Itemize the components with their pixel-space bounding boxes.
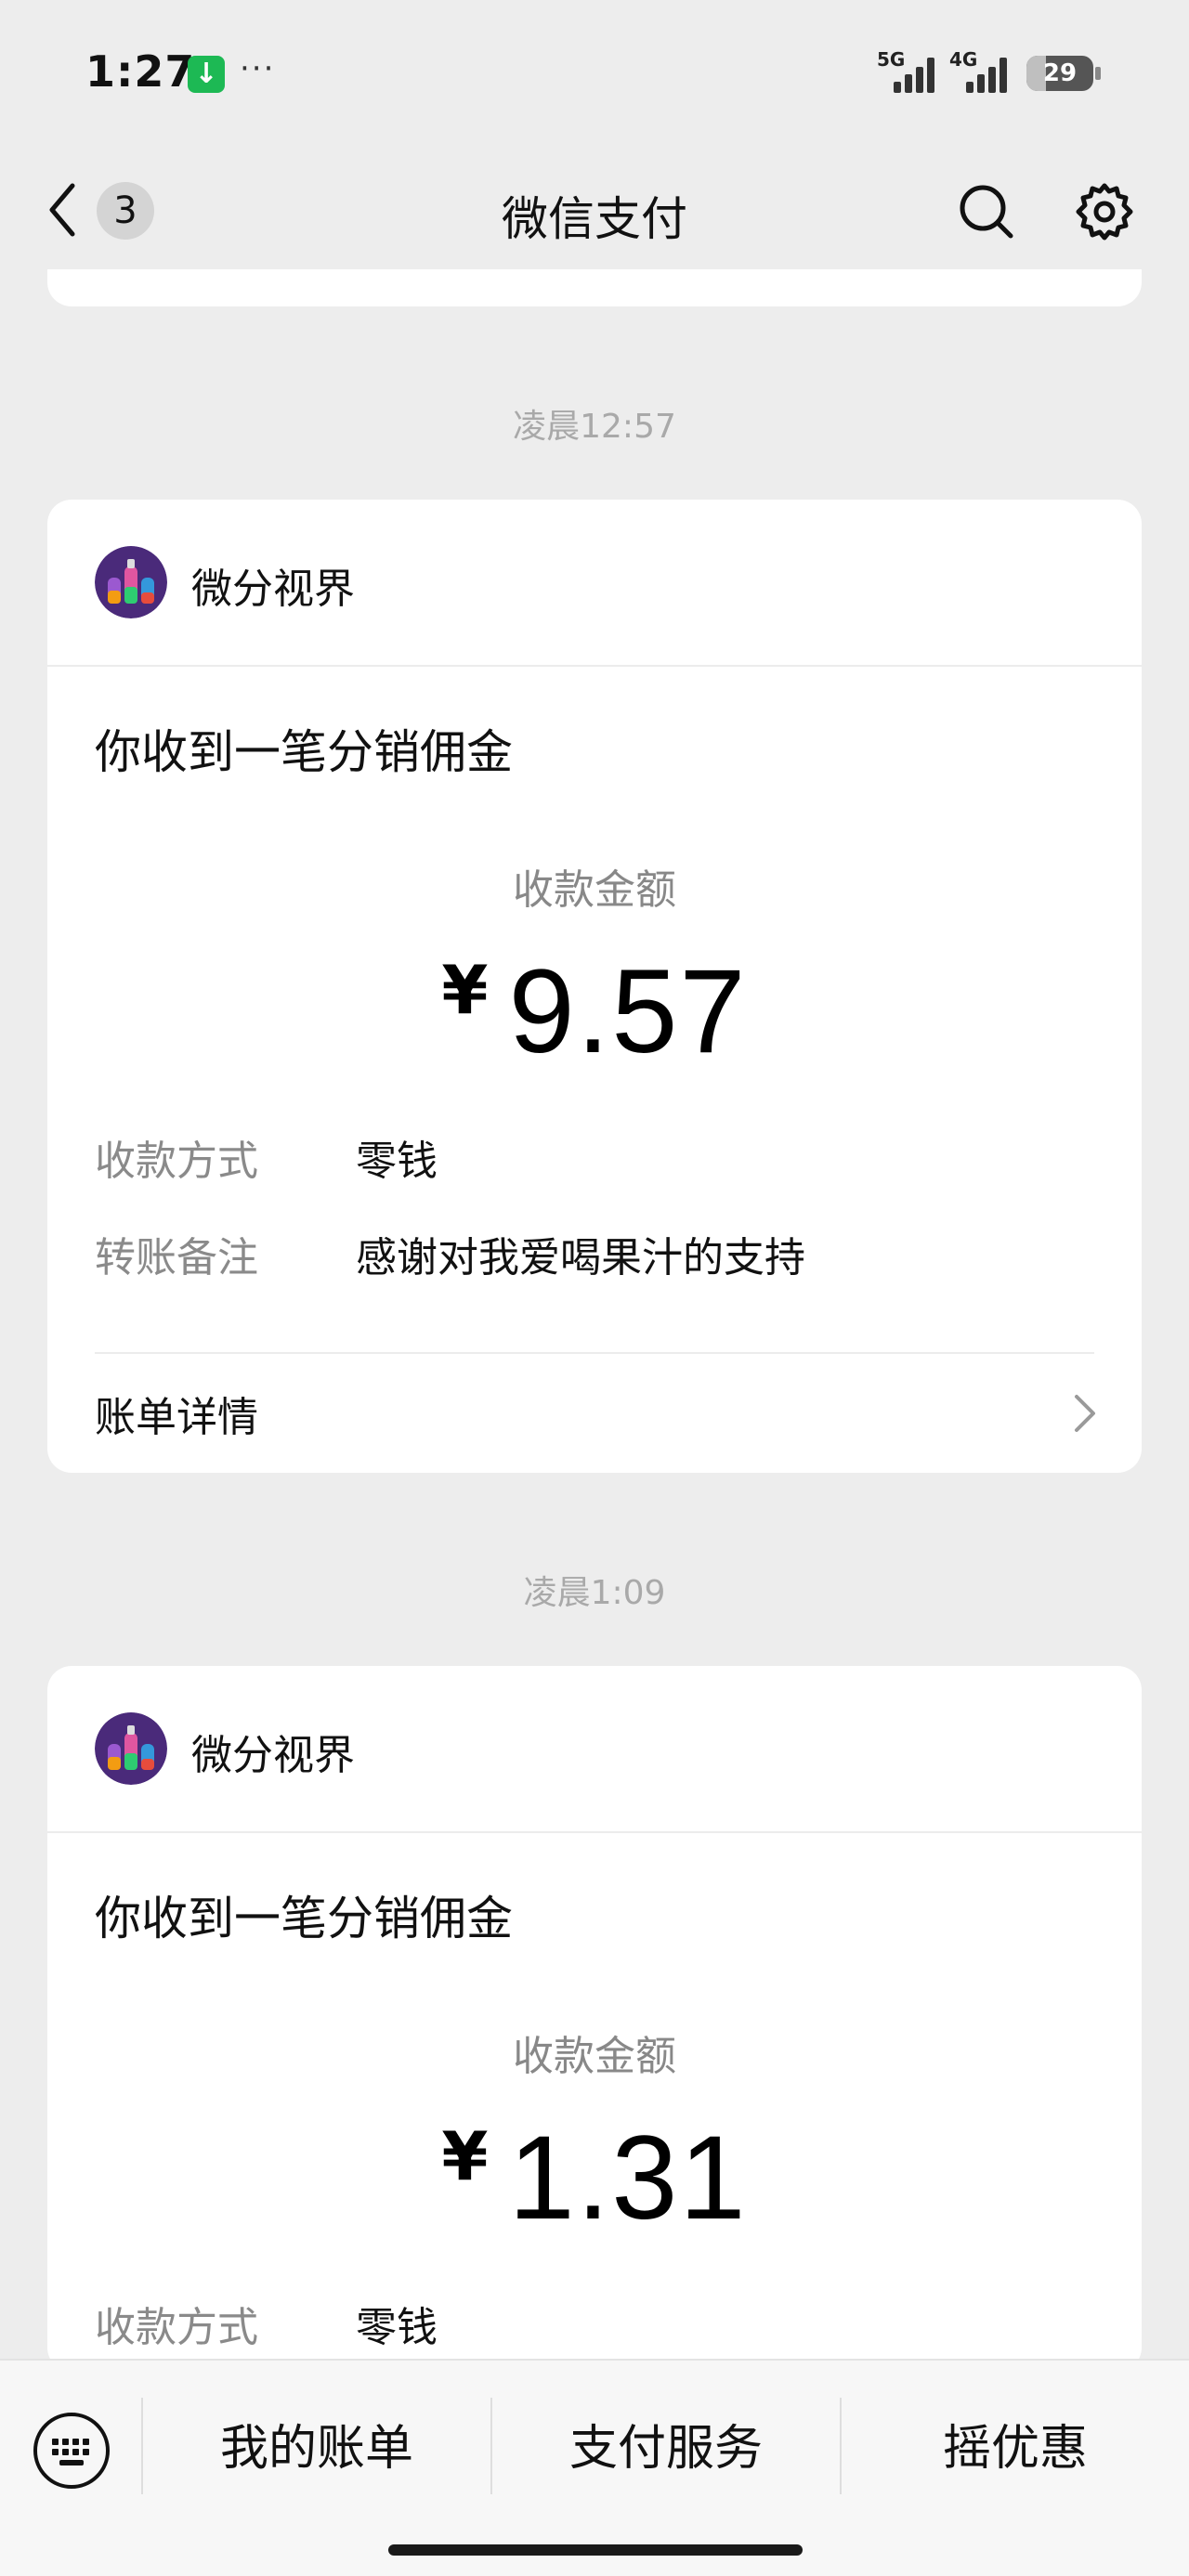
payment-method-label: 收款方式 xyxy=(95,2304,258,2351)
status-time: 1:27 xyxy=(85,46,196,97)
payment-method-value: 零钱 xyxy=(356,2304,438,2351)
message-timestamp: 凌晨1:09 xyxy=(523,1574,666,1612)
currency-symbol: ¥ xyxy=(441,951,489,1029)
download-icon: ↓ xyxy=(188,56,225,93)
amount-label: 收款金额 xyxy=(513,2033,676,2080)
amount-value: 9.57 xyxy=(508,945,748,1078)
amount-display: ¥9.57 xyxy=(47,943,1142,1080)
chevron-right-icon xyxy=(1075,1395,1095,1432)
keyboard-icon xyxy=(33,2413,110,2489)
more-notifications-icon: ··· xyxy=(240,50,276,87)
merchant-avatar xyxy=(95,1712,167,1785)
divider xyxy=(95,1352,1094,1354)
search-icon xyxy=(960,185,1013,239)
amount-label: 收款金额 xyxy=(513,866,676,914)
keyboard-toggle-button[interactable] xyxy=(32,2411,111,2491)
bill-detail-link[interactable]: 账单详情 xyxy=(95,1384,258,1443)
merchant-name: 微分视界 xyxy=(191,566,355,613)
transfer-note-label: 转账备注 xyxy=(95,1234,258,1281)
status-bar: 1:27 ↓ ··· 5G 4G 29 xyxy=(0,0,1189,149)
payment-card[interactable]: 微分视界 你收到一笔分销佣金 收款金额 ¥1.31 收款方式 零钱 xyxy=(47,1666,1142,2372)
settings-button[interactable] xyxy=(1073,180,1136,243)
gear-icon xyxy=(1076,183,1133,241)
currency-symbol: ¥ xyxy=(441,2117,489,2195)
nav-bar: 3 微信支付 xyxy=(0,149,1189,288)
signal-icon xyxy=(962,56,1011,93)
payment-method-value: 零钱 xyxy=(356,1138,438,1185)
battery-level: 29 xyxy=(1042,59,1078,87)
menu-my-bills[interactable]: 我的账单 xyxy=(143,2398,490,2500)
search-button[interactable] xyxy=(957,182,1016,241)
battery-tip xyxy=(1095,67,1101,80)
payment-method-label: 收款方式 xyxy=(95,1138,258,1185)
merchant-avatar xyxy=(95,546,167,618)
signal-icon xyxy=(890,56,938,93)
merchant-name: 微分视界 xyxy=(191,1732,355,1779)
card-header: 微分视界 xyxy=(47,500,1142,667)
notice-title: 你收到一笔分销佣金 xyxy=(95,1892,513,1945)
amount-display: ¥1.31 xyxy=(47,2110,1142,2246)
menu-shake-deals[interactable]: 摇优惠 xyxy=(842,2398,1189,2500)
battery-icon: 29 xyxy=(1026,56,1093,91)
home-indicator[interactable] xyxy=(388,2544,803,2556)
bottom-menu-bar: 我的账单 支付服务 摇优惠 xyxy=(0,2359,1189,2576)
message-timestamp: 凌晨12:57 xyxy=(513,408,676,446)
menu-payment-services[interactable]: 支付服务 xyxy=(492,2398,840,2500)
card-header: 微分视界 xyxy=(47,1666,1142,1833)
previous-card-edge xyxy=(47,269,1142,306)
notice-title: 你收到一笔分销佣金 xyxy=(95,725,513,779)
transfer-note-value: 感谢对我爱喝果汁的支持 xyxy=(356,1234,805,1281)
amount-value: 1.31 xyxy=(508,2112,748,2244)
payment-card[interactable]: 微分视界 你收到一笔分销佣金 收款金额 ¥9.57 收款方式 零钱 转账备注 感… xyxy=(47,500,1142,1473)
